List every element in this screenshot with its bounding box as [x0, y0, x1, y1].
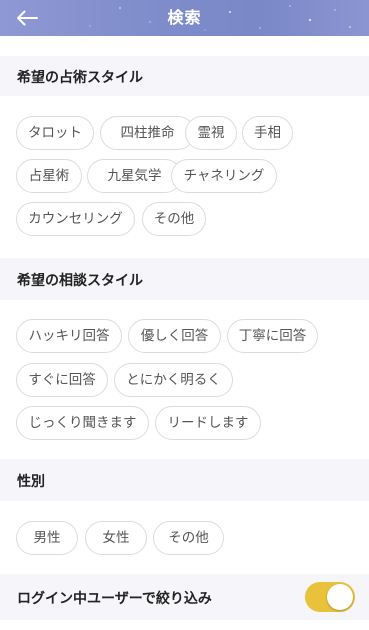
option-chip[interactable]: 九星気学 — [87, 159, 182, 193]
section-header-fortune-style: 希望の占術スタイル — [0, 56, 369, 96]
section-title: 希望の相談スタイル — [17, 273, 143, 289]
option-chip[interactable]: 手相 — [242, 116, 293, 150]
option-chip[interactable]: 男性 — [16, 521, 78, 555]
toggle-knob — [327, 584, 353, 610]
logged-in-filter-row: ログイン中ユーザーで絞り込み — [0, 574, 369, 620]
option-chip[interactable]: 霊視 — [185, 116, 237, 150]
option-chip[interactable]: すぐに回答 — [16, 363, 108, 397]
option-chip[interactable]: 丁寧に回答 — [227, 319, 318, 353]
option-chip[interactable]: 四柱推命 — [100, 116, 195, 150]
option-chip[interactable]: チャネリング — [171, 159, 277, 193]
filter-label: ログイン中ユーザーで絞り込み — [17, 591, 212, 607]
option-chip[interactable]: ハッキリ回答 — [16, 319, 122, 353]
option-chip[interactable]: 優しく回答 — [128, 319, 221, 353]
option-chip[interactable]: カウンセリング — [16, 202, 135, 236]
section-title: 希望の占術スタイル — [17, 70, 143, 86]
option-chip[interactable]: じっくり聞きます — [16, 406, 149, 440]
section-title: 性別 — [17, 474, 45, 490]
option-chip[interactable]: その他 — [153, 521, 224, 555]
option-chip[interactable]: タロット — [16, 116, 94, 150]
page-title: 検索 — [167, 8, 202, 27]
section-header-gender: 性別 — [0, 459, 369, 501]
option-chip[interactable]: その他 — [142, 202, 206, 236]
option-chip[interactable]: 女性 — [85, 521, 147, 555]
option-chip[interactable]: とにかく明るく — [114, 363, 233, 397]
app-header: 検索 — [0, 0, 369, 36]
section-header-consultation-style: 希望の相談スタイル — [0, 258, 369, 300]
logged-in-filter-toggle[interactable] — [305, 582, 355, 612]
option-chip[interactable]: 占星術 — [16, 159, 82, 193]
option-chip[interactable]: リードします — [155, 406, 261, 440]
